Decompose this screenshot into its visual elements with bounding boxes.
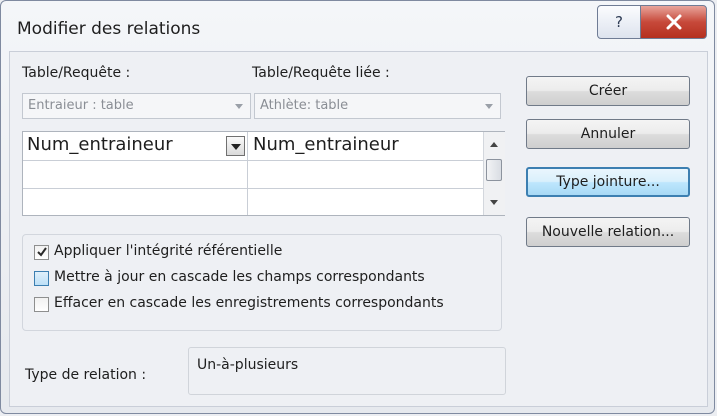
relation-type-box: Un-à-plusieurs: [188, 347, 506, 395]
referential-integrity-checkbox[interactable]: [34, 245, 49, 260]
linked-table-query-label: Table/Requête liée :: [252, 65, 390, 81]
dialog-window: Modifier des relations ? Table/Requête :…: [0, 0, 715, 414]
grid-column-divider: [247, 132, 248, 215]
scroll-down-icon[interactable]: [490, 200, 498, 205]
title-bar: Modifier des relations ?: [1, 1, 714, 57]
table-query-value: Entraieur : table: [28, 98, 134, 113]
cascade-update-label[interactable]: Mettre à jour en cascade les champs corr…: [54, 269, 425, 285]
close-button[interactable]: [640, 5, 707, 39]
check-icon: [37, 247, 47, 257]
grid-scrollbar[interactable]: [483, 132, 505, 215]
linked-table-query-combo[interactable]: Athlète: table: [254, 93, 501, 119]
cascade-update-checkbox[interactable]: [34, 271, 49, 286]
dialog-title: Modifier des relations: [17, 19, 201, 39]
join-type-button[interactable]: Type jointure...: [526, 167, 690, 197]
cascade-delete-label[interactable]: Effacer en cascade les enregistrements c…: [54, 295, 444, 311]
new-relation-button[interactable]: Nouvelle relation...: [526, 217, 690, 247]
linked-table-query-value: Athlète: table: [260, 98, 349, 113]
grid-cell-linked-field[interactable]: Num_entraineur: [253, 134, 399, 155]
dialog-body: Table/Requête : Table/Requête liée : Ent…: [9, 51, 708, 407]
field-mapping-grid[interactable]: Num_entraineur Num_entraineur: [22, 131, 505, 216]
grid-row-divider: [23, 160, 483, 161]
help-icon: ?: [615, 13, 623, 31]
options-group: Appliquer l'intégrité référentielle Mett…: [22, 234, 502, 331]
grid-row-divider: [23, 188, 483, 189]
close-icon: [666, 14, 682, 30]
scroll-thumb[interactable]: [486, 159, 502, 181]
help-button[interactable]: ?: [597, 5, 641, 39]
chevron-down-icon: [485, 104, 493, 109]
scroll-up-icon[interactable]: [490, 142, 498, 147]
table-query-label: Table/Requête :: [22, 65, 131, 81]
create-button[interactable]: Créer: [526, 76, 690, 106]
chevron-down-icon[interactable]: [226, 136, 245, 156]
cascade-delete-checkbox[interactable]: [34, 297, 49, 312]
grid-cell-table-field[interactable]: Num_entraineur: [27, 134, 173, 155]
table-query-combo[interactable]: Entraieur : table: [22, 93, 251, 119]
chevron-down-icon: [235, 104, 243, 109]
cancel-button[interactable]: Annuler: [526, 119, 690, 149]
relation-type-label: Type de relation :: [25, 367, 147, 383]
referential-integrity-label[interactable]: Appliquer l'intégrité référentielle: [54, 243, 282, 259]
relation-type-value: Un-à-plusieurs: [197, 357, 299, 373]
